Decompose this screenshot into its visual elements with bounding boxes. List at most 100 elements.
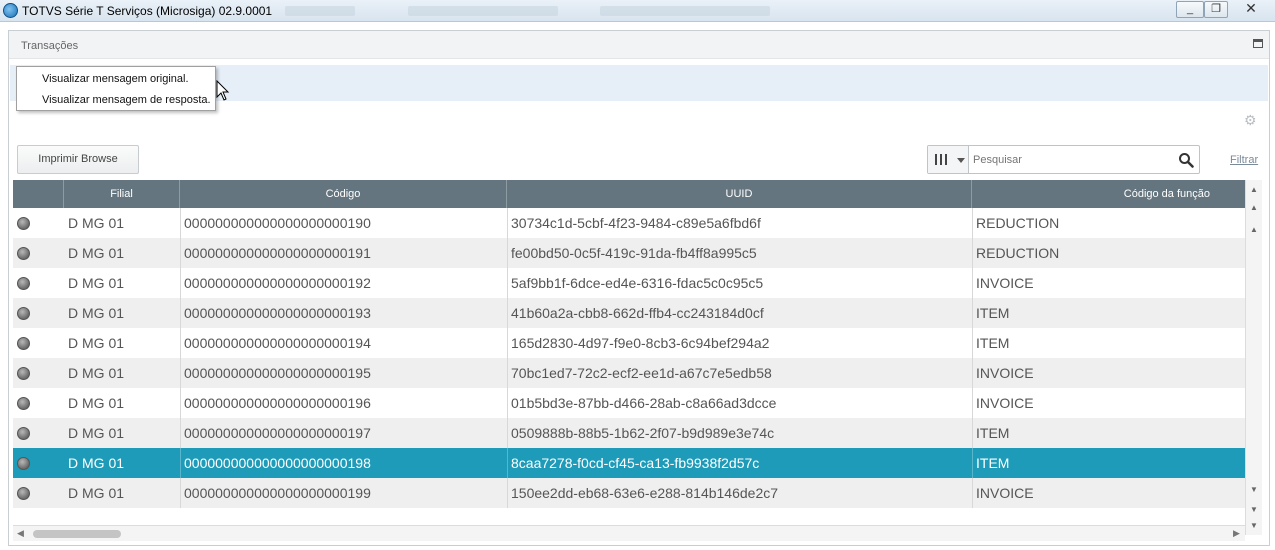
cell-funcao: INVOICE xyxy=(972,358,1245,388)
menu-item-view-response[interactable]: Visualizar mensagem de resposta. xyxy=(42,94,211,106)
table-row[interactable]: D MG 01 000000000000000000000194 165d2830-… xyxy=(13,328,1245,358)
table-row[interactable]: D MG 01 000000000000000000000198 8caa7278-… xyxy=(13,448,1245,478)
status-dot-icon xyxy=(17,337,30,350)
cell-codigo: 000000000000000000000190 xyxy=(180,208,507,238)
status-dot-icon xyxy=(17,247,30,260)
cell-filial: D MG 01 xyxy=(68,305,125,321)
status-cell xyxy=(13,418,64,448)
grid-header: Filial Código UUID Código da função xyxy=(13,180,1245,208)
scroll-bottom-icon[interactable]: ▼ xyxy=(1248,520,1260,532)
cell-codigo: 000000000000000000000199 xyxy=(180,478,507,508)
status-cell xyxy=(13,208,64,238)
horizontal-scroll-thumb[interactable] xyxy=(33,530,121,538)
table-row[interactable]: D MG 01 000000000000000000000197 0509888b-… xyxy=(13,418,1245,448)
chevron-down-icon xyxy=(957,158,965,163)
scroll-up-icon[interactable]: ▲ xyxy=(1248,224,1260,236)
status-dot-icon xyxy=(17,277,30,290)
status-cell xyxy=(13,298,64,328)
cell-filial: D MG 01 xyxy=(68,455,125,471)
cell-filial: D MG 01 xyxy=(68,425,125,441)
status-cell xyxy=(13,448,64,478)
status-cell xyxy=(13,358,64,388)
cell-uuid: 8caa7278-f0cd-cf45-ca13-fb9938f2d57c xyxy=(507,448,972,478)
search-icon[interactable] xyxy=(1178,152,1194,168)
cell-filial: D MG 01 xyxy=(68,485,125,501)
scroll-left-icon[interactable]: ◀ xyxy=(17,528,24,539)
cell-funcao: ITEM xyxy=(972,418,1245,448)
horizontal-scrollbar[interactable]: ◀ ▶ xyxy=(13,525,1245,541)
menu-item-view-original[interactable]: Visualizar mensagem original. xyxy=(42,73,189,85)
table-row[interactable]: D MG 01 000000000000000000000195 70bc1ed7-… xyxy=(13,358,1245,388)
table-row[interactable]: D MG 01 000000000000000000000191 fe00bd50-… xyxy=(13,238,1245,268)
cell-uuid: 01b5bd3e-87bb-d466-28ab-c8a66ad3dcce xyxy=(507,388,972,418)
minimize-button[interactable]: _ xyxy=(1176,1,1204,18)
cell-codigo: 000000000000000000000195 xyxy=(180,358,507,388)
cell-codigo: 000000000000000000000198 xyxy=(180,448,507,478)
table-row[interactable]: D MG 01 000000000000000000000190 30734c1d-… xyxy=(13,208,1245,238)
cell-codigo: 000000000000000000000196 xyxy=(180,388,507,418)
table-row[interactable]: D MG 01 000000000000000000000192 5af9bb1f-… xyxy=(13,268,1245,298)
cell-funcao: INVOICE xyxy=(972,388,1245,418)
table-row[interactable]: D MG 01 000000000000000000000196 01b5bd3e-… xyxy=(13,388,1245,418)
search-box xyxy=(927,145,1200,174)
restore-button[interactable]: ❐ xyxy=(1204,1,1228,18)
status-cell xyxy=(13,478,64,508)
close-button[interactable]: ✕ xyxy=(1238,1,1264,18)
background-tab xyxy=(285,6,355,16)
table-row[interactable]: D MG 01 000000000000000000000199 150ee2dd-… xyxy=(13,478,1245,508)
status-cell xyxy=(13,328,64,358)
print-browse-button[interactable]: Imprimir Browse xyxy=(17,145,139,174)
column-header-status[interactable] xyxy=(13,180,64,208)
cell-uuid: 41b60a2a-cbb8-662d-ffb4-cc243184d0cf xyxy=(507,298,972,328)
cell-uuid: 0509888b-88b5-1b62-2f07-b9d989e3e74c xyxy=(507,418,972,448)
cell-filial: D MG 01 xyxy=(68,335,125,351)
status-dot-icon xyxy=(17,217,30,230)
cell-funcao: INVOICE xyxy=(972,268,1245,298)
cell-uuid: 5af9bb1f-6dce-ed4e-6316-fdac5c0c95c5 xyxy=(507,268,972,298)
mouse-cursor-icon xyxy=(216,80,230,101)
search-input[interactable] xyxy=(973,150,1163,169)
cell-funcao: ITEM xyxy=(972,298,1245,328)
column-header-codigo-funcao[interactable]: Código da função xyxy=(972,180,1245,208)
cell-uuid: 30734c1d-5cbf-4f23-9484-c89e5a6fbd6f xyxy=(507,208,972,238)
cell-codigo: 000000000000000000000194 xyxy=(180,328,507,358)
scroll-page-down-icon[interactable]: ▼ xyxy=(1248,504,1260,516)
background-tab xyxy=(600,6,770,16)
column-header-uuid[interactable]: UUID xyxy=(507,180,972,208)
context-menu: Visualizar mensagem original. Visualizar… xyxy=(16,66,216,111)
dialog-header: Transações xyxy=(9,31,1269,59)
column-header-codigo[interactable]: Código xyxy=(180,180,507,208)
status-dot-icon xyxy=(17,457,30,470)
filter-link[interactable]: Filtrar xyxy=(1230,154,1258,166)
cell-uuid: 165d2830-4d97-f9e0-8cb3-6c94bef294a2 xyxy=(507,328,972,358)
cell-codigo: 000000000000000000000193 xyxy=(180,298,507,328)
dialog-title: Transações xyxy=(21,40,79,52)
vertical-scrollbar[interactable]: ▲ ▲ ▲ ▼ ▼ ▼ xyxy=(1245,180,1262,535)
scroll-page-up-icon[interactable]: ▲ xyxy=(1248,202,1260,214)
cell-codigo: 000000000000000000000191 xyxy=(180,238,507,268)
scroll-top-icon[interactable]: ▲ xyxy=(1248,184,1260,196)
cell-filial: D MG 01 xyxy=(68,275,125,291)
cell-funcao: REDUCTION xyxy=(972,208,1245,238)
table-row[interactable]: D MG 01 000000000000000000000193 41b60a2a-… xyxy=(13,298,1245,328)
status-dot-icon xyxy=(17,427,30,440)
cell-uuid: fe00bd50-0c5f-419c-91da-fb4ff8a995c5 xyxy=(507,238,972,268)
columns-toggle-button[interactable] xyxy=(928,146,969,173)
column-header-filial[interactable]: Filial xyxy=(64,180,180,208)
background-tab xyxy=(408,6,558,16)
cell-uuid: 150ee2dd-eb68-63e6-e288-814b146de2c7 xyxy=(507,478,972,508)
cell-codigo: 000000000000000000000197 xyxy=(180,418,507,448)
status-cell xyxy=(13,268,64,298)
status-dot-icon xyxy=(17,487,30,500)
cell-codigo: 000000000000000000000192 xyxy=(180,268,507,298)
cell-funcao: ITEM xyxy=(972,328,1245,358)
cell-funcao: ITEM xyxy=(972,448,1245,478)
dialog-minimize-icon[interactable] xyxy=(1253,39,1263,48)
window-title: TOTVS Série T Serviços (Microsiga) 02.9.… xyxy=(22,4,273,18)
cell-filial: D MG 01 xyxy=(68,365,125,381)
status-dot-icon xyxy=(17,367,30,380)
scroll-down-icon[interactable]: ▼ xyxy=(1248,484,1260,496)
status-dot-icon xyxy=(17,397,30,410)
scroll-right-icon[interactable]: ▶ xyxy=(1233,528,1240,539)
gear-icon[interactable]: ⚙ xyxy=(1244,112,1257,129)
